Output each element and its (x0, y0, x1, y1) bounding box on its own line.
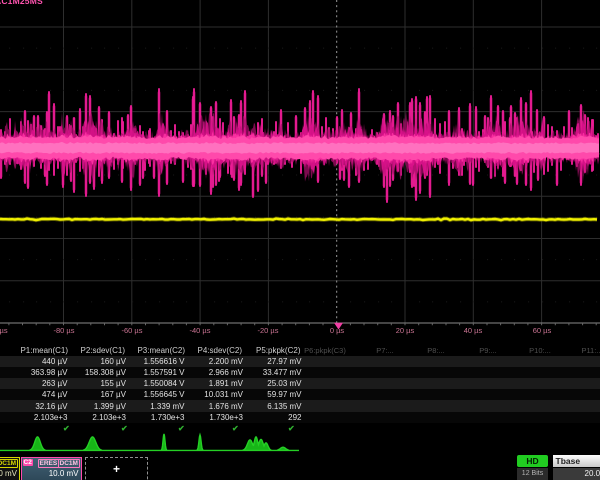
svg-text:✔: ✔ (178, 424, 185, 433)
svg-text:✔: ✔ (121, 424, 128, 433)
svg-text:✔: ✔ (63, 424, 70, 433)
svg-text:✔: ✔ (288, 424, 295, 433)
svg-text:✔: ✔ (232, 424, 239, 433)
